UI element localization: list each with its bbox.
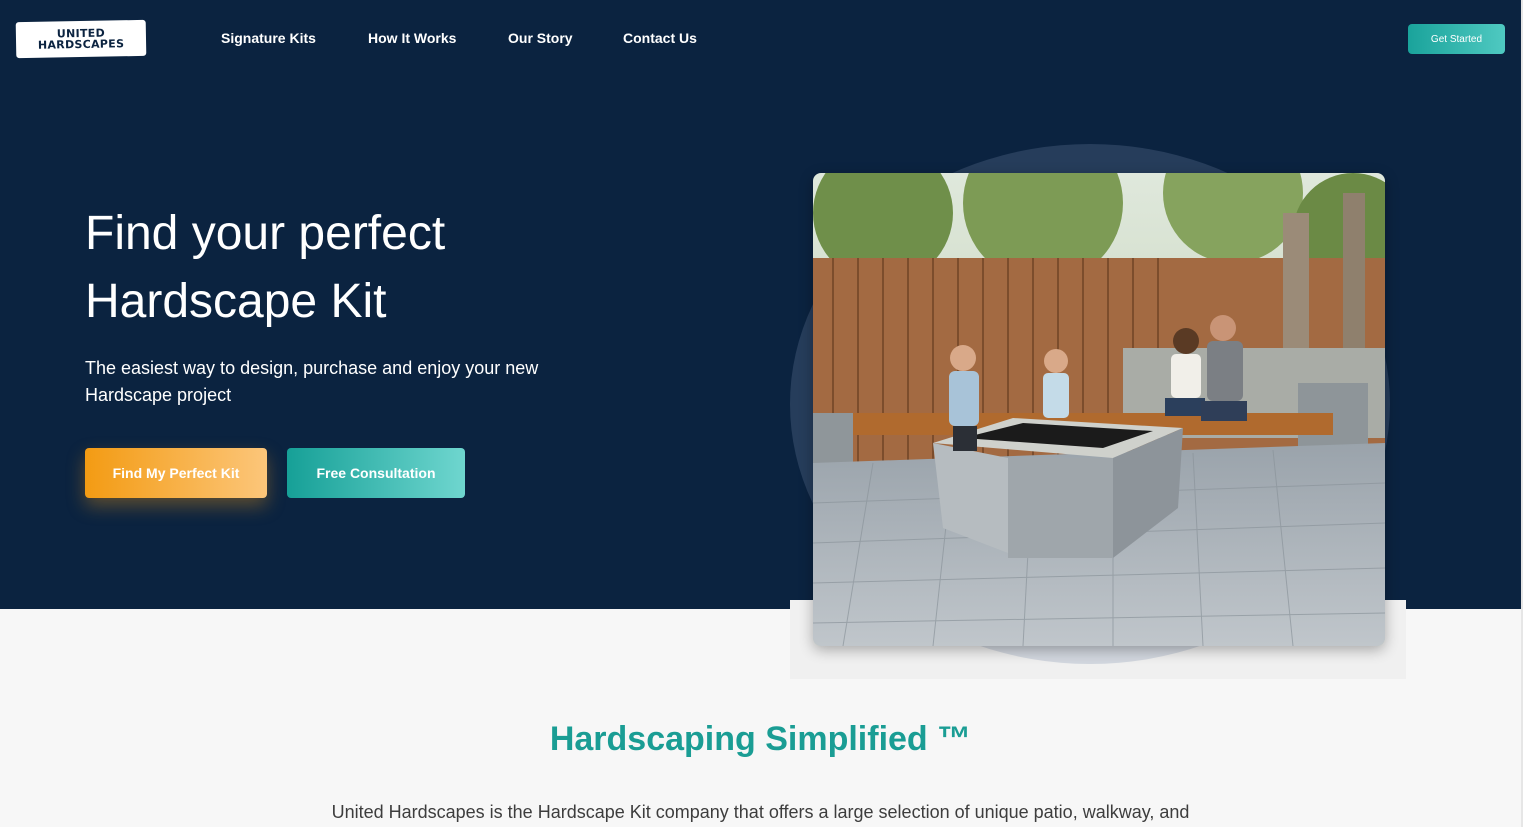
hero-title-line-1: Find your perfect — [85, 207, 446, 260]
top-navbar: UNITED HARDSCAPES Signature Kits How It … — [0, 0, 1521, 79]
hero-title: Find your perfect Hardscape Kit — [85, 200, 685, 336]
free-consultation-button[interactable]: Free Consultation — [287, 448, 465, 498]
get-started-button[interactable]: Get Started — [1408, 24, 1505, 54]
nav-signature-kits[interactable]: Signature Kits — [221, 30, 316, 46]
nav-our-story[interactable]: Our Story — [508, 30, 573, 46]
united-hardscapes-logo[interactable]: UNITED HARDSCAPES — [15, 19, 147, 59]
section-description: United Hardscapes is the Hardscape Kit c… — [331, 802, 1190, 822]
hero-title-line-2: Hardscape Kit — [85, 275, 387, 328]
nav-contact-us[interactable]: Contact Us — [623, 30, 697, 46]
logo-line-2: HARDSCAPES — [37, 37, 125, 52]
hero-subtitle-line-1: The easiest way to design, purchase and … — [85, 358, 539, 378]
hero-patio-photo — [813, 173, 1385, 646]
hero-subtitle-line-2: Hardscape project — [85, 385, 232, 405]
hero-subtitle: The easiest way to design, purchase and … — [85, 355, 625, 409]
find-my-perfect-kit-button[interactable]: Find My Perfect Kit — [85, 448, 267, 498]
patio-illustration — [813, 173, 1385, 646]
section-title: Hardscaping Simplified ™ — [549, 720, 972, 758]
nav-how-it-works[interactable]: How It Works — [368, 30, 456, 46]
